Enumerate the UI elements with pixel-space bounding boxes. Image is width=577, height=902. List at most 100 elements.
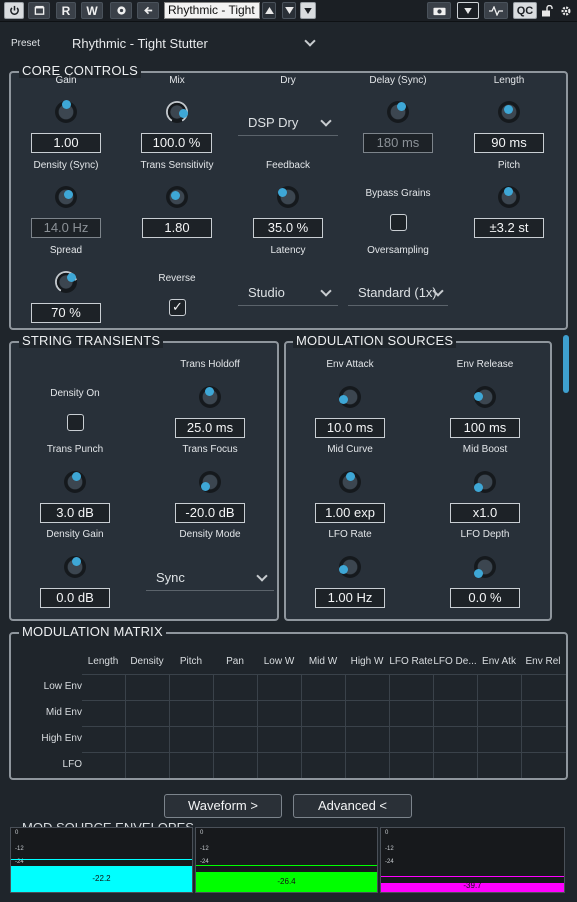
length-value[interactable]: 90 ms (474, 133, 544, 153)
density-gain-value[interactable]: 0.0 dB (40, 588, 110, 608)
matrix-cell[interactable] (82, 675, 125, 700)
matrix-cell[interactable] (346, 753, 389, 778)
matrix-cell[interactable] (434, 675, 477, 700)
env-attack-value[interactable]: 10.0 ms (315, 418, 385, 438)
qc-button[interactable]: QC (513, 2, 537, 19)
matrix-cell[interactable] (214, 727, 257, 752)
matrix-cell[interactable] (434, 753, 477, 778)
matrix-cell[interactable] (214, 753, 257, 778)
matrix-cell[interactable] (302, 727, 345, 752)
oversampling-dropdown[interactable]: Standard (1x) (348, 282, 448, 306)
env-attack-knob[interactable] (339, 386, 361, 408)
matrix-cell[interactable] (478, 701, 521, 726)
matrix-cell[interactable] (126, 727, 169, 752)
env-release-value[interactable]: 100 ms (450, 418, 520, 438)
matrix-cell[interactable] (170, 753, 213, 778)
env-release-knob[interactable] (474, 386, 496, 408)
gain-knob[interactable] (55, 100, 77, 123)
scrollbar-thumb[interactable] (563, 335, 569, 393)
snapshot-button[interactable] (427, 2, 451, 19)
pitch-knob[interactable] (498, 186, 520, 208)
mid-curve-value[interactable]: 1.00 exp (315, 503, 385, 523)
bypass-grains-checkbox[interactable] (390, 214, 407, 231)
advanced-button[interactable]: Advanced < (293, 794, 412, 818)
trans-focus-value[interactable]: -20.0 dB (175, 503, 245, 523)
activity-button[interactable] (484, 2, 508, 19)
matrix-cell[interactable] (258, 727, 301, 752)
trans-sensitivity-value[interactable]: 1.80 (142, 218, 212, 238)
matrix-cell[interactable] (390, 753, 433, 778)
toolbar-preset-name[interactable]: Rhythmic - Tight (164, 2, 260, 19)
matrix-cell[interactable] (346, 675, 389, 700)
matrix-cell[interactable] (126, 753, 169, 778)
matrix-cell[interactable] (522, 727, 565, 752)
matrix-cell[interactable] (478, 675, 521, 700)
matrix-cell[interactable] (522, 701, 565, 726)
trans-sensitivity-knob[interactable] (166, 186, 188, 208)
trans-holdoff-value[interactable]: 25.0 ms (175, 418, 245, 438)
matrix-cell[interactable] (214, 701, 257, 726)
matrix-cell[interactable] (214, 675, 257, 700)
density-mode-dropdown[interactable]: Sync (146, 567, 274, 591)
matrix-cell[interactable] (346, 727, 389, 752)
lock-button[interactable] (539, 2, 555, 19)
matrix-cell[interactable] (170, 727, 213, 752)
preset-prev-button[interactable] (262, 2, 276, 19)
pitch-value[interactable]: ±3.2 st (474, 218, 544, 238)
length-knob[interactable] (498, 101, 520, 123)
bypass-button[interactable] (28, 2, 50, 19)
preset-next-button[interactable] (282, 2, 296, 19)
mid-curve-knob[interactable] (339, 471, 361, 493)
density-knob[interactable] (55, 186, 77, 208)
lfo-depth-knob[interactable] (474, 556, 496, 578)
density-gain-knob[interactable] (64, 556, 86, 578)
matrix-cell[interactable] (258, 675, 301, 700)
write-automation-button[interactable]: W (81, 2, 103, 19)
matrix-cell[interactable] (390, 701, 433, 726)
trans-focus-knob[interactable] (199, 471, 221, 493)
matrix-cell[interactable] (478, 753, 521, 778)
mix-value[interactable]: 100.0 % (141, 133, 212, 153)
matrix-cell[interactable] (258, 753, 301, 778)
sidechain-button[interactable] (110, 2, 132, 19)
mix-knob[interactable] (166, 101, 188, 123)
matrix-cell[interactable] (126, 675, 169, 700)
matrix-cell[interactable] (346, 701, 389, 726)
matrix-cell[interactable] (434, 727, 477, 752)
reverse-checkbox[interactable]: ✓ (169, 299, 186, 316)
dry-dropdown[interactable]: DSP Dry (238, 112, 338, 136)
gain-value[interactable]: 1.00 (31, 133, 101, 153)
matrix-cell[interactable] (126, 701, 169, 726)
waveform-button[interactable]: Waveform > (164, 794, 282, 818)
spread-value[interactable]: 70 % (31, 303, 101, 323)
spread-knob[interactable] (55, 271, 77, 293)
matrix-cell[interactable] (390, 727, 433, 752)
power-button[interactable] (4, 2, 24, 19)
matrix-cell[interactable] (302, 675, 345, 700)
mid-boost-knob[interactable] (474, 471, 496, 493)
matrix-cell[interactable] (82, 701, 125, 726)
matrix-cell[interactable] (82, 727, 125, 752)
density-on-checkbox[interactable] (67, 414, 84, 431)
trans-holdoff-knob[interactable] (199, 386, 221, 408)
matrix-cell[interactable] (390, 675, 433, 700)
options-menu-button[interactable] (457, 2, 479, 19)
matrix-cell[interactable] (170, 675, 213, 700)
matrix-cell[interactable] (522, 753, 565, 778)
delay-value[interactable]: 180 ms (363, 133, 433, 153)
matrix-cell[interactable] (302, 701, 345, 726)
mid-boost-value[interactable]: x1.0 (450, 503, 520, 523)
trans-punch-knob[interactable] (64, 471, 86, 493)
lfo-rate-value[interactable]: 1.00 Hz (315, 588, 385, 608)
matrix-cell[interactable] (302, 753, 345, 778)
latency-dropdown[interactable]: Studio (238, 282, 338, 306)
matrix-cell[interactable] (522, 675, 565, 700)
matrix-cell[interactable] (82, 753, 125, 778)
delay-knob[interactable] (387, 101, 409, 123)
settings-button[interactable] (558, 2, 574, 19)
read-automation-button[interactable]: R (56, 2, 76, 19)
matrix-cell[interactable] (258, 701, 301, 726)
feedback-knob[interactable] (277, 186, 299, 208)
feedback-value[interactable]: 35.0 % (253, 218, 323, 238)
preset-back-button[interactable] (137, 2, 159, 19)
